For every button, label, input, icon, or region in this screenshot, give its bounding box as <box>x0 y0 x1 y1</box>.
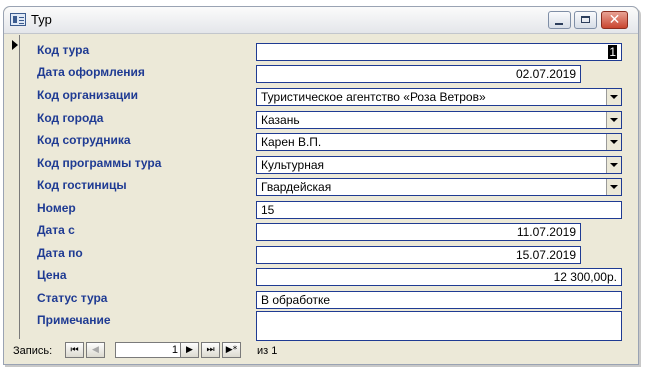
minimize-button[interactable] <box>548 11 571 29</box>
label-date-to: Дата по <box>37 246 83 260</box>
label-date-from: Дата с <box>37 223 75 237</box>
label-program-code: Код программы тура <box>37 156 162 170</box>
date-from-field[interactable]: 11.07.2019 <box>256 223 581 241</box>
form-icon <box>10 13 26 26</box>
date-to-field[interactable]: 15.07.2019 <box>256 246 581 264</box>
chevron-down-icon[interactable] <box>606 179 621 195</box>
label-tour-code: Код тура <box>37 43 90 57</box>
previous-record-button[interactable]: ◀ <box>86 342 105 358</box>
program-combo[interactable]: Культурная <box>256 156 622 174</box>
record-navigation-bar: Запись: ⏮ ◀ 1 ▶ ⏭ ▶* из 1 <box>9 342 631 360</box>
label-organization-code: Код организации <box>37 88 139 102</box>
chevron-down-icon[interactable] <box>606 134 621 150</box>
employee-combo[interactable]: Карен В.П. <box>256 133 622 151</box>
record-selector[interactable] <box>9 35 20 339</box>
window-title: Тур <box>31 12 52 27</box>
first-record-button[interactable]: ⏮ <box>65 342 84 358</box>
current-record-icon <box>12 40 18 50</box>
hotel-combo[interactable]: Гвардейская <box>256 178 622 196</box>
chevron-down-icon[interactable] <box>606 89 621 105</box>
registration-date-field[interactable]: 02.07.2019 <box>256 65 581 83</box>
maximize-icon <box>581 16 590 23</box>
next-record-button[interactable]: ▶ <box>180 342 199 358</box>
program-value: Культурная <box>261 158 325 172</box>
maximize-button[interactable] <box>574 11 597 29</box>
organization-combo[interactable]: Туристическое агентство «Роза Ветров» <box>256 88 622 106</box>
first-record-icon: ⏮ <box>70 345 79 355</box>
form-window: Тур ✕ Код тура 1 Дата оформления 02.07.2… <box>3 6 639 365</box>
label-price: Цена <box>37 268 67 282</box>
hotel-value: Гвардейская <box>261 180 332 194</box>
new-record-button[interactable]: ▶* <box>222 342 241 358</box>
chevron-down-icon[interactable] <box>606 157 621 173</box>
label-room-number: Номер <box>37 201 76 215</box>
minimize-icon <box>555 23 563 25</box>
record-label: Запись: <box>13 345 53 357</box>
price-field[interactable]: 12 300,00р. <box>256 268 622 286</box>
tour-code-field[interactable]: 1 <box>256 43 622 61</box>
chevron-down-icon[interactable] <box>606 112 621 128</box>
note-field[interactable] <box>256 311 622 341</box>
current-record-input[interactable]: 1 <box>115 342 182 358</box>
tour-status-field[interactable]: В обработке <box>256 291 622 309</box>
label-hotel-code: Код гостиницы <box>37 178 127 192</box>
close-button[interactable]: ✕ <box>601 11 628 29</box>
label-tour-status: Статус тура <box>37 291 108 305</box>
form-body: Код тура 1 Дата оформления 02.07.2019 Ко… <box>9 35 631 341</box>
previous-record-icon: ◀ <box>92 345 99 355</box>
label-registration-date: Дата оформления <box>37 65 145 79</box>
new-record-icon: ▶* <box>225 345 238 355</box>
employee-value: Карен В.П. <box>261 135 322 149</box>
last-record-button[interactable]: ⏭ <box>201 342 220 358</box>
label-employee-code: Код сотрудника <box>37 133 131 147</box>
label-city-code: Код города <box>37 111 104 125</box>
label-note: Примечание <box>37 313 111 327</box>
next-record-icon: ▶ <box>186 345 193 355</box>
tour-code-value: 1 <box>608 45 617 59</box>
last-record-icon: ⏭ <box>206 345 215 355</box>
city-combo[interactable]: Казань <box>256 111 622 129</box>
record-count: из 1 <box>257 345 278 357</box>
organization-value: Туристическое агентство «Роза Ветров» <box>261 90 486 104</box>
room-number-field[interactable]: 15 <box>256 201 622 219</box>
close-icon: ✕ <box>608 12 621 28</box>
city-value: Казань <box>261 113 300 127</box>
title-bar[interactable]: Тур ✕ <box>4 7 638 34</box>
